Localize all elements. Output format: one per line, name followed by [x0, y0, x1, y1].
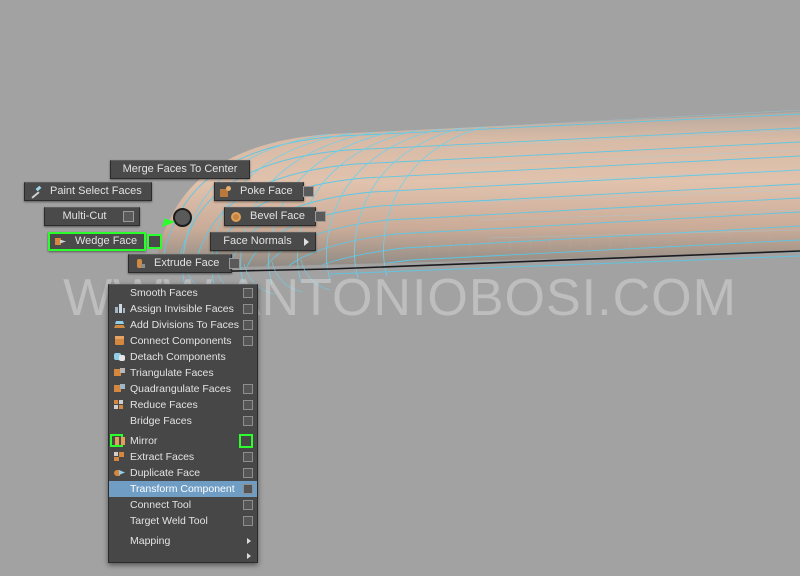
menu-item-add-divisions-to-faces[interactable]: Add Divisions To Faces: [109, 317, 257, 333]
duplicate-icon: [114, 467, 126, 479]
triangulate-icon: [114, 367, 126, 379]
pivot-point-marker: [173, 208, 192, 227]
menu-item-triangulate-faces[interactable]: Triangulate Faces: [109, 365, 257, 381]
add-divisions-to-faces-option-box[interactable]: [243, 320, 253, 330]
bevel-icon: [230, 211, 242, 223]
paint-icon: [30, 185, 42, 199]
blank-icon: [114, 483, 126, 495]
grid-icon: [114, 303, 126, 315]
menu-item-label: Smooth Faces: [130, 286, 198, 299]
wedge-icon: [55, 236, 67, 248]
extract-faces-option-box[interactable]: [243, 452, 253, 462]
poke-icon: [220, 185, 232, 198]
extrude-face-option-box[interactable]: [229, 258, 241, 269]
connect-components-option-box[interactable]: [243, 336, 253, 346]
marking-menu-item-multi-cut[interactable]: Multi-Cut: [44, 207, 140, 226]
menu-item-label: Add Divisions To Faces: [130, 318, 239, 331]
detach-icon: [114, 351, 126, 363]
assign-invisible-faces-option-box[interactable]: [243, 304, 253, 314]
extract-icon: [114, 451, 126, 463]
transform-component-option-box[interactable]: [243, 484, 253, 494]
duplicate-face-option-box[interactable]: [243, 468, 253, 478]
blank-icon: [114, 535, 126, 547]
menu-item-smooth-faces[interactable]: Smooth Faces: [109, 285, 257, 301]
menu-item-label: Mirror: [130, 434, 158, 447]
button-label: Extrude Face: [154, 257, 220, 269]
connect-tool-option-box[interactable]: [243, 500, 253, 510]
bevel-face-option-box[interactable]: [315, 211, 327, 222]
mirror-icon: [114, 435, 126, 447]
button-label: Multi-Cut: [62, 210, 107, 222]
marking-menu-item-wedge-face[interactable]: Wedge Face: [48, 232, 163, 251]
marking-menu-item-poke-face[interactable]: Poke Face: [214, 182, 314, 201]
menu-item-label: Triangulate Faces: [130, 366, 214, 379]
menu-item-duplicate-face[interactable]: Duplicate Face: [109, 465, 257, 481]
polygon-context-menu[interactable]: Smooth Faces Assign Invisible Faces Add …: [108, 284, 258, 563]
chevron-right-icon: [247, 538, 251, 544]
menu-item-assign-invisible-faces[interactable]: Assign Invisible Faces: [109, 301, 257, 317]
reduce-faces-option-box[interactable]: [243, 400, 253, 410]
blank-icon: [114, 287, 126, 299]
menu-item-label: Bridge Faces: [130, 414, 192, 427]
extrude-icon: [134, 258, 146, 270]
cube-icon: [114, 335, 126, 347]
chevron-right-icon: [304, 237, 309, 246]
menu-item-label: Mapping: [130, 534, 171, 547]
blank-icon: [114, 553, 126, 562]
marking-menu-item-merge-faces-to-center[interactable]: Merge Faces To Center: [110, 160, 250, 179]
menu-item-label: Connect Tool: [130, 498, 192, 511]
chevron-right-icon: [247, 553, 251, 559]
button-label: Poke Face: [240, 185, 293, 197]
menu-item-label: Duplicate Face: [130, 466, 201, 479]
button-label: Bevel Face: [250, 210, 306, 222]
menu-item-bridge-faces[interactable]: Bridge Faces: [109, 413, 257, 429]
menu-item-label: Extract Faces: [130, 450, 195, 463]
quadrangulate-faces-option-box[interactable]: [243, 384, 253, 394]
marking-menu-item-bevel-face[interactable]: Bevel Face: [224, 207, 327, 226]
poke-face-option-box[interactable]: [302, 186, 314, 197]
menu-item-extract-faces[interactable]: Extract Faces: [109, 449, 257, 465]
wedge-face-option-box[interactable]: [147, 234, 163, 249]
menu-item-label: Quadrangulate Faces: [130, 382, 231, 395]
blank-icon: [114, 415, 126, 427]
menu-item-label: Reduce Faces: [130, 398, 198, 411]
button-label: Wedge Face: [75, 235, 138, 247]
target-weld-tool-option-box[interactable]: [243, 516, 253, 526]
menu-item-mapping[interactable]: Mapping: [109, 533, 257, 549]
multi-cut-option-box[interactable]: [123, 211, 134, 222]
smooth-faces-option-box[interactable]: [243, 288, 253, 298]
menu-item-detach-components[interactable]: Detach Components: [109, 349, 257, 365]
menu-item-label: Connect Components: [130, 334, 232, 347]
menu-item-mirror[interactable]: Mirror: [109, 433, 257, 449]
blank-icon: [114, 499, 126, 511]
menu-item-target-weld-tool[interactable]: Target Weld Tool: [109, 513, 257, 529]
menu-item-label: Detach Components: [130, 350, 226, 363]
blank-icon: [114, 515, 126, 527]
menu-item-quadrangulate-faces[interactable]: Quadrangulate Faces: [109, 381, 257, 397]
marking-menu-item-extrude-face[interactable]: Extrude Face: [128, 254, 241, 273]
mirror-option-box[interactable]: [239, 434, 253, 448]
layers-icon: [114, 319, 126, 331]
menu-item-label: Transform Component: [130, 482, 235, 495]
bridge-faces-option-box[interactable]: [243, 416, 253, 426]
menu-item-reduce-faces[interactable]: Reduce Faces: [109, 397, 257, 413]
marking-menu-item-face-normals[interactable]: Face Normals: [210, 232, 316, 251]
marking-menu-item-paint-select-faces[interactable]: Paint Select Faces: [24, 182, 152, 201]
menu-item-label: Assign Invisible Faces: [130, 302, 234, 315]
button-label: Face Normals: [223, 235, 292, 247]
menu-item-clipped[interactable]: [109, 553, 257, 562]
button-label: Paint Select Faces: [50, 185, 142, 197]
button-label: Merge Faces To Center: [122, 163, 238, 175]
quadrangulate-icon: [114, 383, 126, 395]
menu-item-connect-tool[interactable]: Connect Tool: [109, 497, 257, 513]
menu-item-label: Target Weld Tool: [130, 514, 208, 527]
reduce-icon: [114, 399, 126, 411]
menu-item-connect-components[interactable]: Connect Components: [109, 333, 257, 349]
menu-item-transform-component[interactable]: Transform Component: [109, 481, 257, 497]
